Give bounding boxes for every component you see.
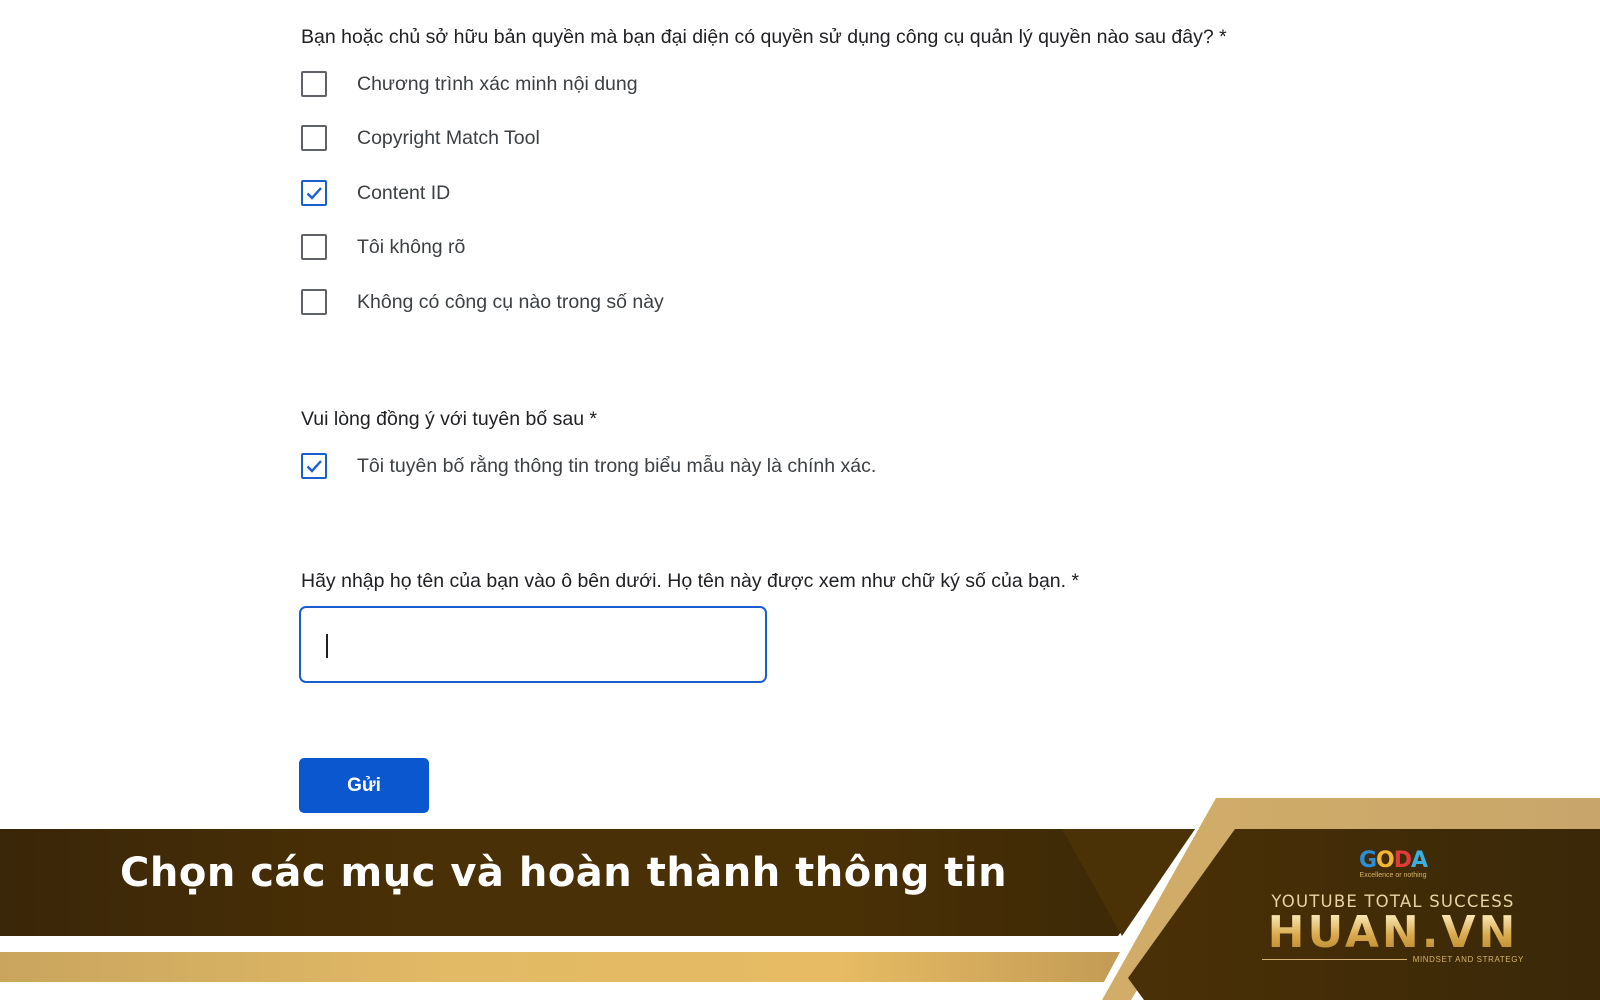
checkbox[interactable] — [301, 125, 327, 151]
full-name-input[interactable] — [299, 606, 767, 683]
option-content-id[interactable]: Content ID — [301, 177, 450, 209]
divider — [1262, 959, 1407, 960]
goda-tagline: Excellence or nothing — [1359, 872, 1427, 879]
text-caret — [326, 634, 328, 658]
goda-letter: O — [1376, 848, 1395, 873]
option-label: Tôi tuyên bố rằng thông tin trong biểu m… — [357, 454, 877, 477]
banner-title: Chọn các mục và hoàn thành thông tin — [120, 850, 1008, 896]
tools-question-label: Bạn hoặc chủ sở hữu bản quyền mà bạn đại… — [301, 26, 1227, 48]
option-label: Chương trình xác minh nội dung — [357, 72, 638, 95]
option-content-verification[interactable]: Chương trình xác minh nội dung — [301, 68, 638, 100]
goda-logo: GODA — [1262, 850, 1524, 872]
option-copyright-match-tool[interactable]: Copyright Match Tool — [301, 122, 540, 154]
option-label: Content ID — [357, 181, 451, 204]
checkbox[interactable] — [301, 71, 327, 97]
goda-letter: G — [1358, 848, 1377, 873]
checkmark-icon — [306, 460, 322, 473]
option-label: Tôi không rõ — [357, 235, 466, 258]
brand-tagline: MINDSET AND STRATEGY — [1412, 955, 1524, 964]
checkbox[interactable] — [301, 234, 327, 260]
checkmark-icon — [306, 187, 322, 200]
option-none[interactable]: Không có công cụ nào trong số này — [301, 286, 664, 318]
checkbox[interactable] — [301, 289, 327, 315]
banner-gold-strip — [0, 952, 1120, 982]
checkbox-checked[interactable] — [301, 453, 327, 479]
option-label: Không có công cụ nào trong số này — [357, 290, 664, 313]
option-not-sure[interactable]: Tôi không rõ — [301, 231, 465, 263]
agreement-label: Vui lòng đồng ý với tuyên bố sau * — [301, 408, 598, 430]
option-agree-statement[interactable]: Tôi tuyên bố rằng thông tin trong biểu m… — [301, 450, 876, 482]
submit-button[interactable]: Gửi — [299, 758, 429, 813]
goda-letter: D — [1393, 848, 1412, 873]
brand-name: HUAN.VN — [1262, 911, 1524, 955]
signature-label: Hãy nhập họ tên của bạn vào ô bên dưới. … — [301, 570, 1080, 592]
banner-wedge — [1062, 829, 1195, 936]
goda-letter: A — [1411, 848, 1428, 873]
brand-logo: GODA Excellence or nothing YOUTUBE TOTAL… — [1262, 850, 1524, 964]
checkbox-checked[interactable] — [301, 180, 327, 206]
option-label: Copyright Match Tool — [357, 126, 540, 149]
